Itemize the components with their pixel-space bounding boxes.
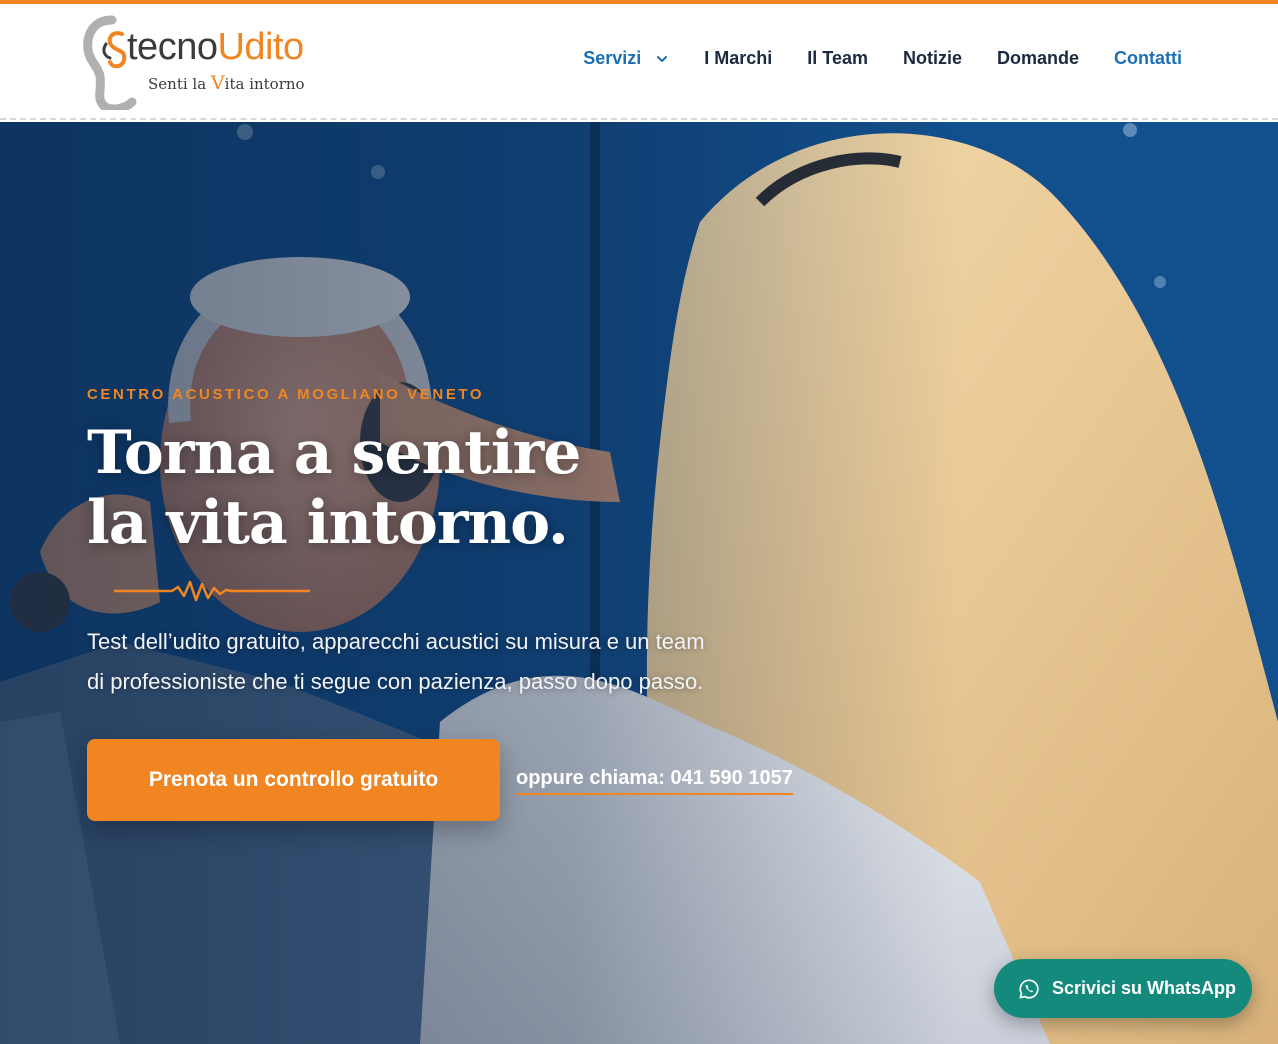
site-header: tecnoUdito Senti la Vita intorno Servizi… bbox=[0, 4, 1278, 120]
sound-wave-divider-icon bbox=[114, 580, 310, 602]
hero-headline: Torna a sentire la vita intorno. bbox=[87, 418, 581, 558]
nav-item-contatti[interactable]: Contatti bbox=[1114, 48, 1182, 69]
nav-item-servizi[interactable]: Servizi bbox=[583, 48, 669, 69]
call-phone-link[interactable]: oppure chiama: 041 590 1057 bbox=[516, 767, 793, 795]
hero-lead-text: Test dell’udito gratuito, apparecchi acu… bbox=[87, 622, 787, 702]
nav-item-notizie[interactable]: Notizie bbox=[903, 48, 962, 69]
whatsapp-icon bbox=[1019, 978, 1039, 999]
book-free-check-button[interactable]: Prenota un controllo gratuito bbox=[87, 739, 500, 821]
hero-headline-line1: Torna a sentire bbox=[87, 418, 581, 488]
nav-item-i-marchi[interactable]: I Marchi bbox=[704, 48, 772, 69]
hero-section: CENTRO ACUSTICO A MOGLIANO VENETO Torna … bbox=[0, 122, 1278, 1044]
logo-tagline: Senti la Vita intorno bbox=[148, 72, 305, 94]
logo-wordmark: tecnoUdito bbox=[127, 26, 304, 68]
chevron-down-icon bbox=[657, 55, 668, 62]
hero-eyebrow: CENTRO ACUSTICO A MOGLIANO VENETO bbox=[87, 386, 485, 403]
whatsapp-button-label: Scrivici su WhatsApp bbox=[1052, 978, 1237, 998]
site-logo[interactable]: tecnoUdito Senti la Vita intorno bbox=[82, 14, 322, 110]
nav-item-domande[interactable]: Domande bbox=[997, 48, 1079, 69]
whatsapp-chat-button[interactable]: Scrivici su WhatsApp bbox=[994, 959, 1252, 1018]
nav-item-il-team[interactable]: Il Team bbox=[807, 48, 868, 69]
hero-headline-line2: la vita intorno. bbox=[87, 488, 569, 558]
nav-item-label: Servizi bbox=[583, 48, 642, 68]
hero-lead-line2: di professioniste che ti segue con pazie… bbox=[87, 669, 704, 694]
hero-lead-line1: Test dell’udito gratuito, apparecchi acu… bbox=[87, 629, 705, 654]
main-navigation: Servizi I Marchi Il Team Notizie Domande… bbox=[583, 48, 1182, 69]
